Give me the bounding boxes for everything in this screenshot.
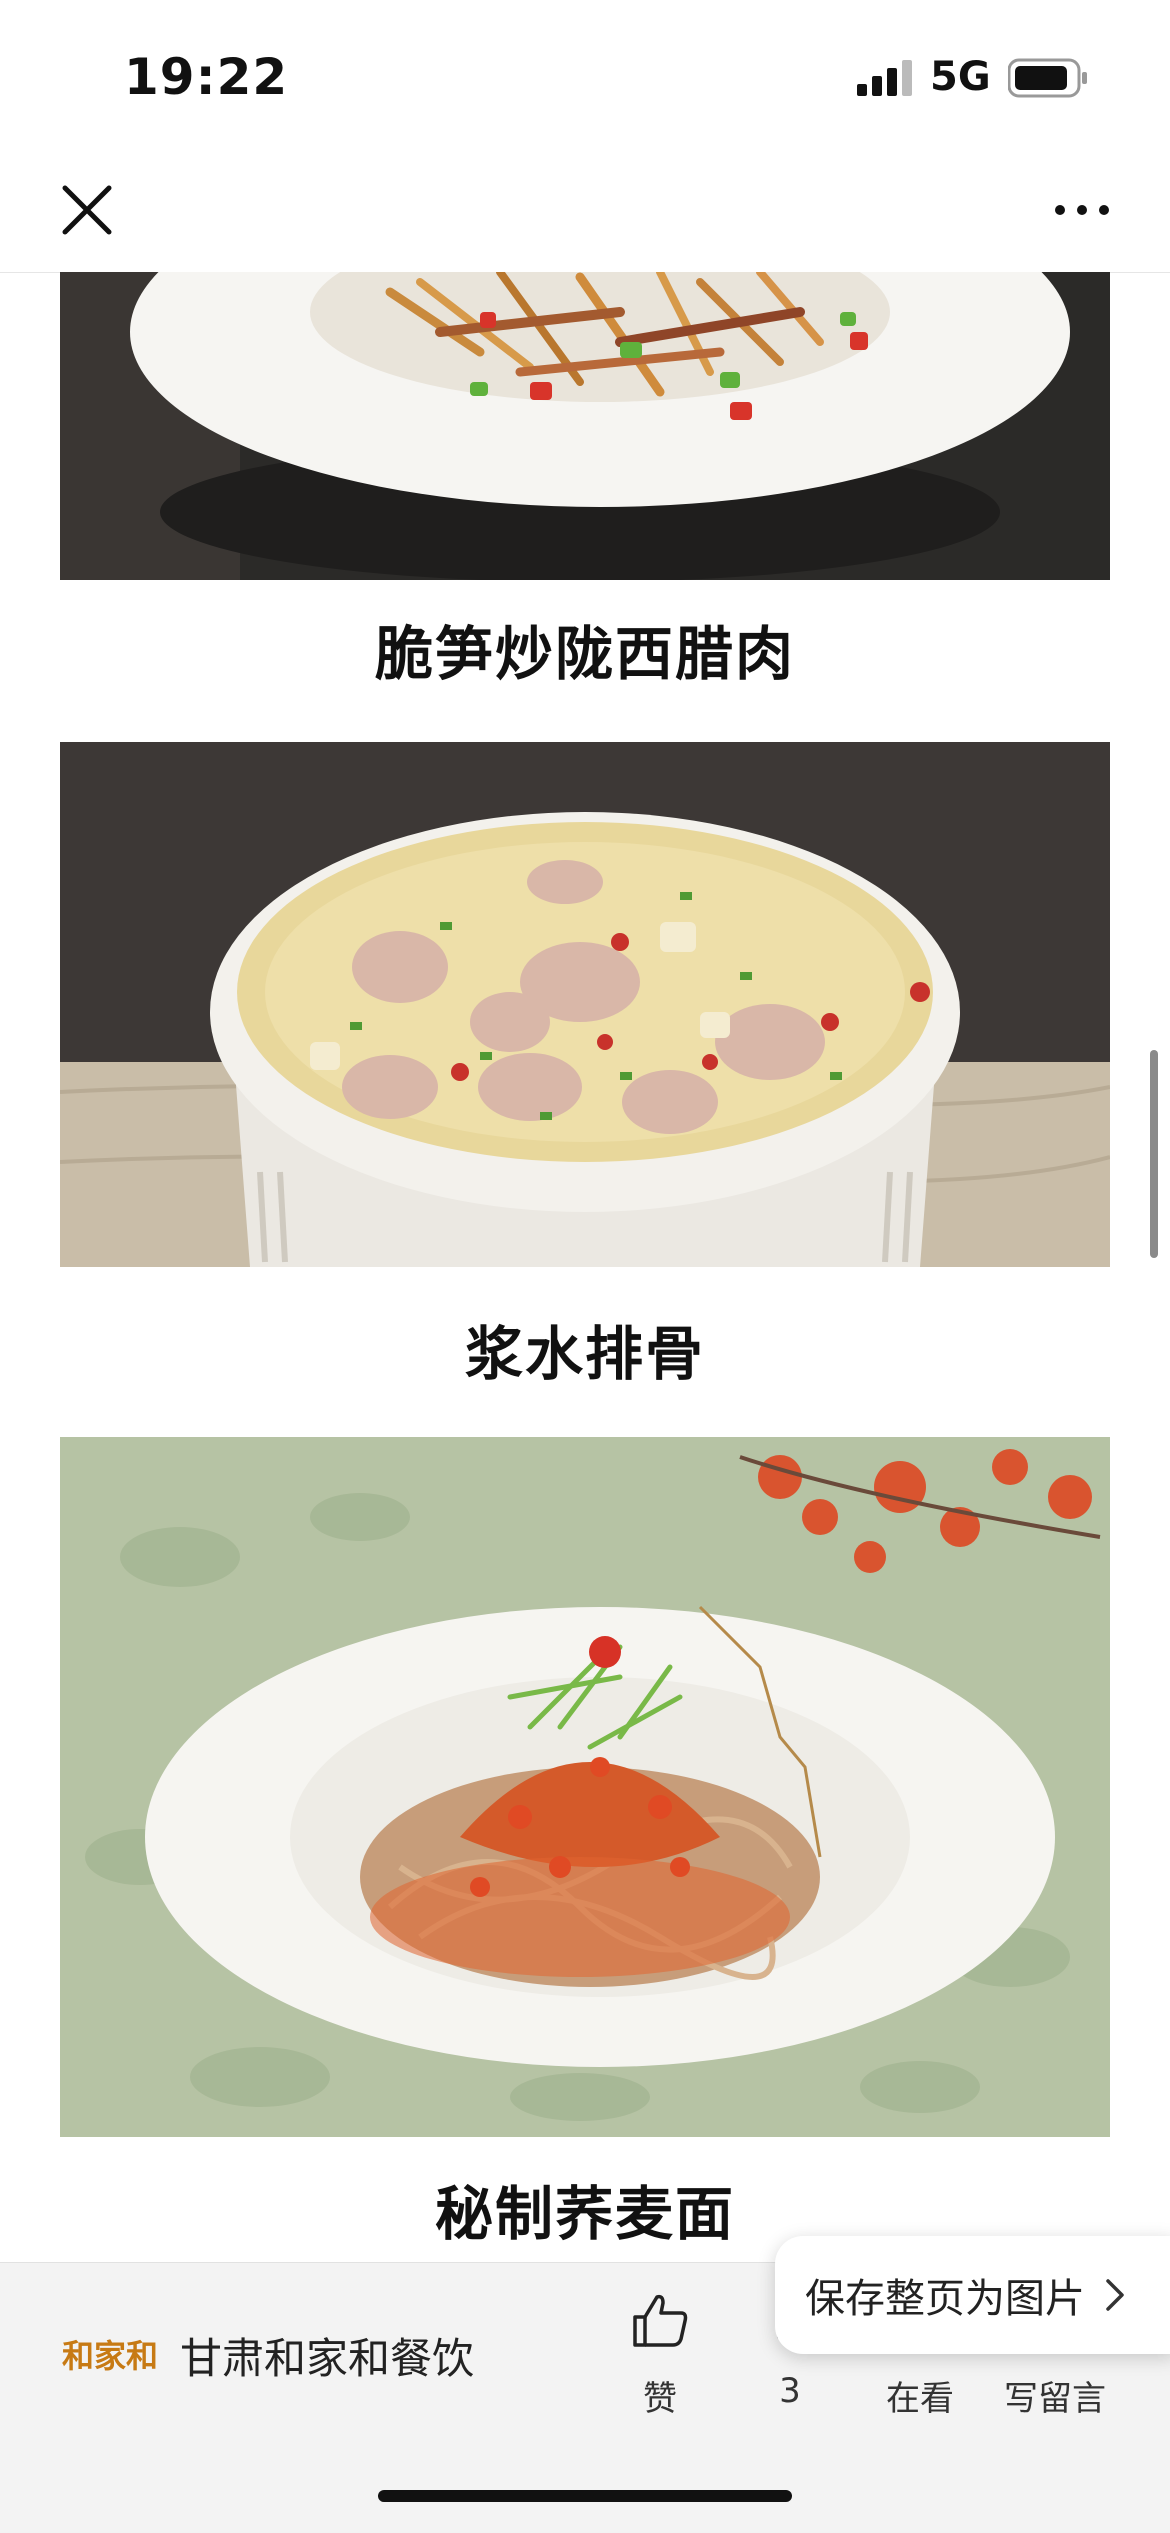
like-label: 赞 — [643, 2379, 677, 2419]
comment-label: 写留言 — [1004, 2379, 1106, 2419]
dish-image-2 — [60, 742, 1110, 1267]
like-button[interactable]: 赞 — [605, 2289, 715, 2420]
scrollbar[interactable] — [1150, 1050, 1158, 1258]
chevron-right-icon — [1106, 2279, 1124, 2311]
brand-name[interactable]: 甘肃和家和餐饮 — [180, 2325, 474, 2386]
brand-logo[interactable]: 和家和 — [62, 2331, 158, 2377]
battery-icon — [1008, 58, 1087, 98]
save-as-image-label: 保存整页为图片 — [805, 2276, 1085, 2322]
dish-title-1: 脆笋炒陇西腊肉 — [374, 620, 795, 688]
dish-image-1 — [60, 272, 1110, 580]
signal-icon — [857, 60, 912, 96]
home-indicator[interactable] — [378, 2490, 792, 2502]
dish-title-2: 浆水排骨 — [464, 1320, 705, 1388]
save-as-image-button[interactable]: 保存整页为图片 — [775, 2236, 1170, 2354]
nav-bar — [0, 150, 1170, 273]
article-content: 脆笋炒陇西腊肉 浆水排骨 秘制荞麦面 — [0, 272, 1170, 2532]
dish-image-3 — [60, 1437, 1110, 2137]
more-icon[interactable] — [1052, 185, 1112, 235]
close-icon[interactable] — [55, 178, 119, 242]
status-bar: 19:22 5G — [0, 0, 1170, 150]
wow-label: 在看 — [886, 2379, 954, 2419]
share-count: 3 — [779, 2371, 801, 2411]
network-type: 5G — [930, 54, 991, 100]
status-time: 19:22 — [124, 48, 289, 106]
thumbs-up-icon — [633, 2294, 688, 2347]
